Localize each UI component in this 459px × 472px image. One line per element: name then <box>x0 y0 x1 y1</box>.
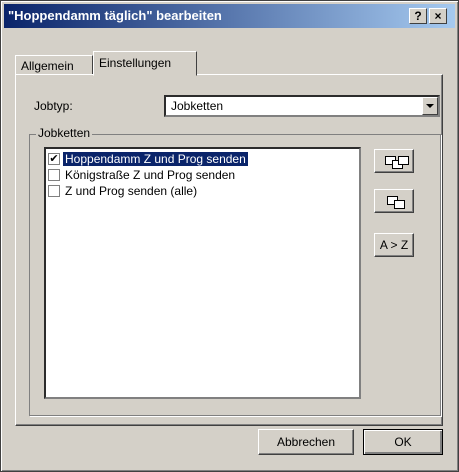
list-item-label: Hoppendamm Z und Prog senden <box>62 151 249 167</box>
jobtyp-label: Jobtyp: <box>34 99 73 113</box>
duplicate-button[interactable] <box>374 189 414 213</box>
list-item[interactable]: Z und Prog senden (alle) <box>48 183 353 199</box>
cancel-button[interactable]: Abbrechen <box>258 429 354 455</box>
help-button[interactable]: ? <box>409 8 427 24</box>
list-item[interactable]: ✔ Hoppendamm Z und Prog senden <box>48 151 353 167</box>
checkbox[interactable] <box>48 169 60 181</box>
tab-allgemein[interactable]: Allgemein <box>15 55 93 75</box>
jobtyp-value: Jobketten <box>171 99 224 113</box>
checkbox[interactable] <box>48 185 60 197</box>
close-button[interactable]: × <box>429 8 447 24</box>
jobtyp-select[interactable]: Jobketten <box>164 95 440 117</box>
window-title: "Hoppendamm täglich" bearbeiten <box>8 8 222 23</box>
checkbox[interactable]: ✔ <box>48 153 60 165</box>
select-all-button[interactable] <box>374 149 414 173</box>
jobketten-group: Jobketten ✔ Hoppendamm Z und Prog senden… <box>29 126 441 416</box>
title-bar[interactable]: "Hoppendamm täglich" bearbeiten ? × <box>4 4 455 28</box>
ok-button[interactable]: OK <box>363 429 443 455</box>
tab-einstellungen[interactable]: Einstellungen <box>93 51 197 76</box>
sort-button[interactable]: A > Z <box>374 233 414 257</box>
list-item-label: Königstraße Z und Prog senden <box>65 168 236 182</box>
list-item-label: Z und Prog senden (alle) <box>65 184 198 198</box>
jobketten-list[interactable]: ✔ Hoppendamm Z und Prog senden Königstra… <box>44 147 361 399</box>
group-label: Jobketten <box>36 126 93 140</box>
list-item[interactable]: Königstraße Z und Prog senden <box>48 167 353 183</box>
chevron-down-icon[interactable] <box>422 97 438 115</box>
dialog-window: "Hoppendamm täglich" bearbeiten ? × Allg… <box>0 0 459 472</box>
